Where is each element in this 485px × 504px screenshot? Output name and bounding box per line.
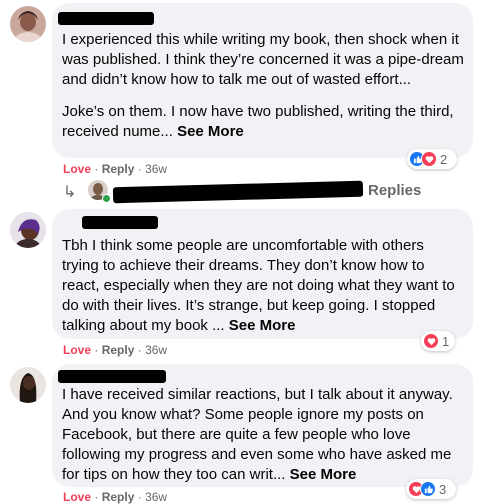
view-replies-row[interactable]: ↳ Replies: [63, 180, 473, 204]
comment-paragraph: I have received similar reactions, but I…: [62, 385, 464, 485]
online-indicator: [102, 194, 111, 203]
love-button[interactable]: Love: [63, 343, 91, 357]
redacted-author-name: [58, 370, 166, 383]
separator: ·: [137, 162, 142, 176]
love-icon: [423, 333, 439, 349]
reply-button[interactable]: Reply: [102, 343, 135, 357]
reaction-summary[interactable]: 2: [407, 149, 457, 169]
separator: ·: [94, 343, 99, 357]
redacted-author-name: [82, 216, 158, 229]
commenter-avatar[interactable]: [10, 212, 46, 248]
comment-text: I have received similar reactions, but I…: [62, 385, 464, 485]
redacted-author-name: [58, 12, 154, 25]
comment-actions: Love · Reply · 36w: [63, 343, 167, 357]
comment-text: I experienced this while writing my book…: [62, 30, 464, 142]
separator: ·: [137, 490, 142, 504]
reply-arrow-icon: ↳: [63, 184, 77, 201]
comment-paragraph-text: Joke’s on them. I now have two published…: [62, 103, 454, 140]
reaction-count: 1: [442, 333, 450, 349]
timestamp[interactable]: 36w: [145, 490, 167, 504]
separator: ·: [94, 162, 99, 176]
reply-button[interactable]: Reply: [102, 490, 135, 504]
redacted-reply-summary: [112, 180, 364, 204]
separator: ·: [137, 343, 142, 357]
comment-paragraph-text: I have received similar reactions, but I…: [62, 386, 453, 483]
see-more-link[interactable]: See More: [177, 123, 244, 140]
comment-paragraph: Joke’s on them. I now have two published…: [62, 102, 464, 142]
reply-button[interactable]: Reply: [102, 162, 135, 176]
reaction-summary[interactable]: 1: [421, 331, 455, 351]
love-button[interactable]: Love: [63, 162, 91, 176]
replies-label: Replies: [368, 182, 422, 199]
love-icon: [421, 151, 437, 167]
reaction-count: 2: [440, 151, 448, 167]
timestamp[interactable]: 36w: [145, 162, 167, 176]
reaction-count: 3: [439, 481, 447, 497]
comment-paragraph: Tbh I think some people are uncomfortabl…: [62, 236, 464, 336]
comment-bubble: I experienced this while writing my book…: [52, 3, 473, 158]
see-more-link[interactable]: See More: [290, 466, 357, 483]
commenter-avatar[interactable]: [10, 367, 46, 403]
see-more-link[interactable]: See More: [229, 317, 296, 334]
comment-bubble: I have received similar reactions, but I…: [52, 364, 473, 487]
commenter-avatar[interactable]: [10, 6, 46, 42]
comment-actions: Love · Reply · 36w: [63, 162, 167, 176]
comment-paragraph: I experienced this while writing my book…: [62, 31, 464, 88]
love-button[interactable]: Love: [63, 490, 91, 504]
separator: ·: [94, 490, 99, 504]
comment-bubble: Tbh I think some people are uncomfortabl…: [52, 209, 473, 339]
timestamp[interactable]: 36w: [145, 343, 167, 357]
reaction-summary[interactable]: 3: [406, 479, 456, 499]
comment-actions: Love · Reply · 36w: [63, 490, 167, 504]
comment-text: Tbh I think some people are uncomfortabl…: [62, 236, 464, 336]
